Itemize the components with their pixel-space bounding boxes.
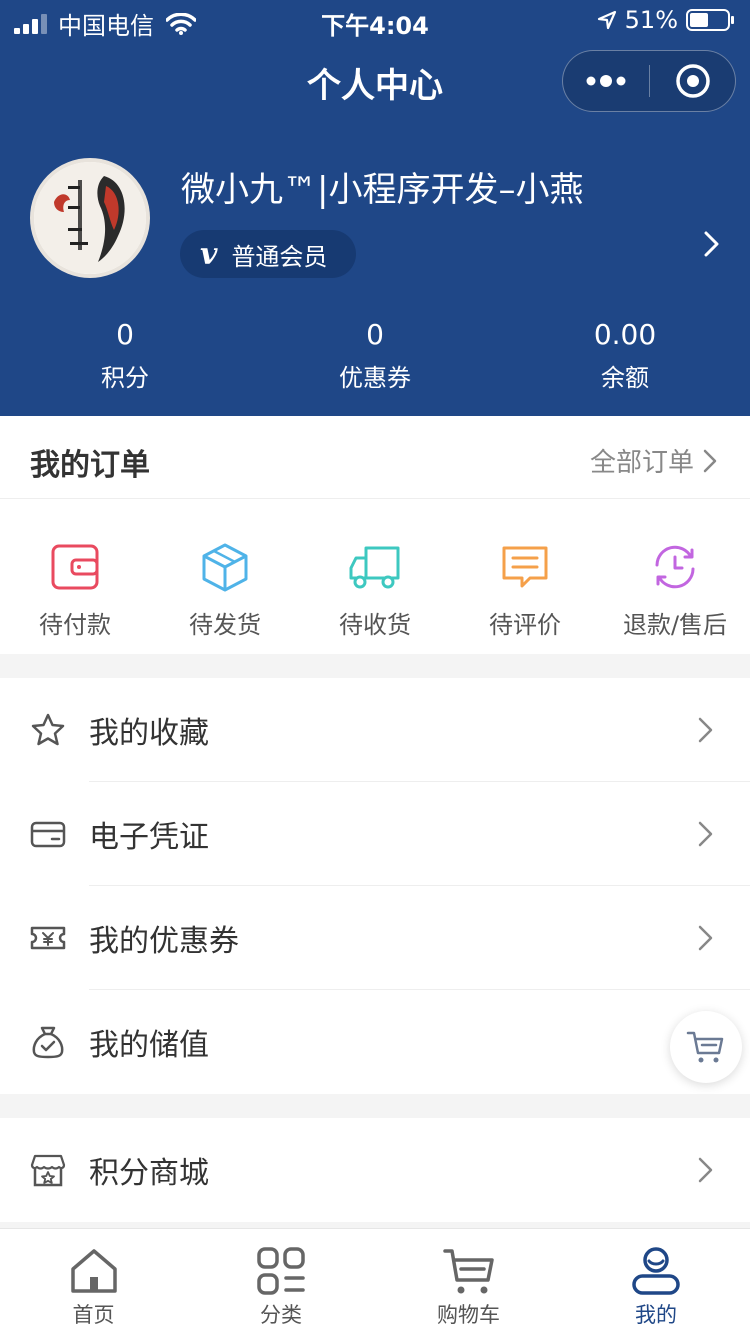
home-icon <box>70 1249 117 1293</box>
battery-percent: 51% <box>624 6 678 34</box>
menu-list: 我的收藏 电子凭证 我的优惠券 我的储值 <box>0 678 750 1094</box>
order-pending-review[interactable]: 待评价 <box>450 499 600 654</box>
stat-value: 0.00 <box>593 318 657 351</box>
account-stats: 0 积分 0 优惠券 0.00 余额 <box>0 318 750 393</box>
truck-icon <box>349 546 400 589</box>
order-label: 待发货 <box>189 611 261 639</box>
stat-coupons[interactable]: 0 优惠券 <box>250 318 500 393</box>
menu-label: 我的储值 <box>89 1028 209 1063</box>
comment-icon <box>502 546 548 588</box>
stat-label: 优惠券 <box>339 364 411 392</box>
cart-icon <box>686 1031 724 1063</box>
order-refund[interactable]: 退款/售后 <box>600 499 750 654</box>
profile-header: 中国电信 下午4:04 51% 个人中心 微小九™|小程序开发–小燕 v 普通会… <box>0 0 750 416</box>
stat-value: 0 <box>116 318 134 351</box>
box-icon <box>202 543 248 592</box>
tab-label: 我的 <box>635 1303 677 1327</box>
money-bag-icon <box>32 1026 64 1059</box>
tab-label: 购物车 <box>437 1303 500 1327</box>
close-miniprogram-button[interactable] <box>650 51 736 111</box>
member-level: 普通会员 <box>231 242 328 271</box>
stat-points[interactable]: 0 积分 <box>0 318 250 393</box>
more-button[interactable] <box>563 51 649 111</box>
tab-label: 分类 <box>260 1303 302 1327</box>
tab-profile[interactable]: 我的 <box>562 1229 750 1334</box>
tab-bar: 首页 分类 购物车 我的 <box>0 1228 750 1334</box>
user-icon <box>632 1247 680 1295</box>
navigation-bar: 个人中心 <box>0 50 750 112</box>
card-icon <box>30 821 66 848</box>
order-pending-receipt[interactable]: 待收货 <box>300 499 450 654</box>
coupon-icon <box>30 926 66 950</box>
more-dots-icon <box>586 75 626 87</box>
chevron-right-icon <box>703 449 717 472</box>
stat-label: 积分 <box>101 364 149 392</box>
order-pending-payment[interactable]: 待付款 <box>0 499 150 654</box>
order-label: 待评价 <box>489 611 561 639</box>
chevron-right-icon <box>698 821 713 847</box>
orders-title: 我的订单 <box>30 448 150 483</box>
stat-balance[interactable]: 0.00 余额 <box>500 318 750 393</box>
avatar[interactable] <box>30 158 150 278</box>
menu-stored-value[interactable]: 我的储值 <box>0 990 750 1094</box>
tab-label: 首页 <box>72 1303 115 1327</box>
floating-cart-button[interactable] <box>670 1011 742 1083</box>
menu-favorites[interactable]: 我的收藏 <box>0 678 750 782</box>
menu-label: 我的优惠券 <box>89 924 239 959</box>
stat-value: 0 <box>366 318 384 351</box>
cart-icon <box>442 1249 494 1294</box>
target-icon <box>676 64 710 98</box>
star-icon <box>31 713 65 746</box>
chevron-right-icon <box>698 717 713 743</box>
location-arrow-icon <box>597 10 616 30</box>
order-pending-shipment[interactable]: 待发货 <box>150 499 300 654</box>
status-bar: 中国电信 下午4:04 51% <box>0 0 750 40</box>
refund-icon <box>655 545 695 589</box>
chevron-right-icon <box>698 1157 713 1183</box>
menu-label: 我的收藏 <box>89 716 209 751</box>
tab-cart[interactable]: 购物车 <box>375 1229 562 1334</box>
orders-header: 我的订单 全部订单 <box>0 416 750 499</box>
member-badge[interactable]: v 普通会员 <box>180 230 356 278</box>
stat-label: 余额 <box>601 364 649 392</box>
menu-label: 积分商城 <box>89 1156 209 1191</box>
tab-home[interactable]: 首页 <box>0 1229 187 1334</box>
member-v-icon: v <box>200 236 218 272</box>
avatar-logo-icon <box>34 162 146 274</box>
my-orders-section: 我的订单 全部订单 待付款 待发货 待收货 待评价 退款/售后 <box>0 416 750 654</box>
order-label: 待付款 <box>39 611 111 639</box>
menu-list-secondary: 积分商城 <box>0 1118 750 1222</box>
user-name: 微小九™|小程序开发–小燕 <box>181 170 584 210</box>
menu-points-mall[interactable]: 积分商城 <box>0 1118 750 1222</box>
miniprogram-capsule <box>562 50 736 112</box>
all-orders-label: 全部订单 <box>589 448 694 478</box>
battery-icon <box>686 9 734 31</box>
store-icon <box>30 1154 66 1187</box>
menu-label: 电子凭证 <box>89 820 209 855</box>
chevron-right-icon[interactable] <box>702 230 722 258</box>
category-icon <box>257 1247 305 1295</box>
order-label: 退款/售后 <box>622 611 728 639</box>
all-orders-link[interactable]: 全部订单 <box>590 442 718 479</box>
chevron-right-icon <box>698 925 713 951</box>
wallet-icon <box>51 544 99 590</box>
tab-category[interactable]: 分类 <box>187 1229 375 1334</box>
menu-e-voucher[interactable]: 电子凭证 <box>0 782 750 886</box>
menu-coupons[interactable]: 我的优惠券 <box>0 886 750 990</box>
order-label: 待收货 <box>339 611 411 639</box>
